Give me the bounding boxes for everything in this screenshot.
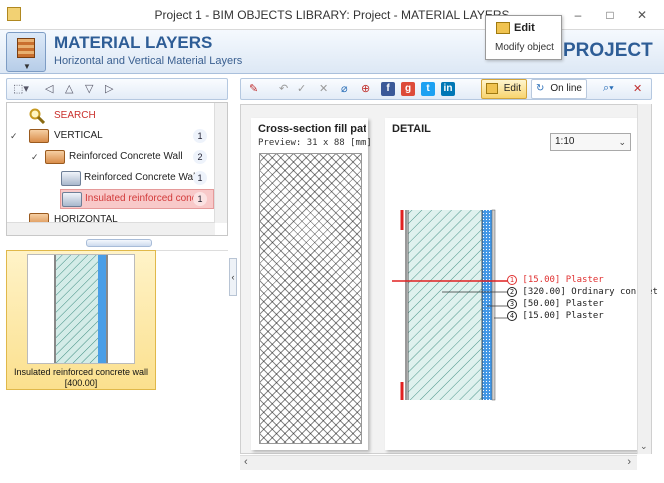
expand-icon[interactable]: ✓ bbox=[10, 126, 18, 146]
horizontal-scrollbar[interactable]: ‹ › bbox=[240, 455, 637, 470]
tree-item-label: Reinforced Concrete Wall bbox=[69, 151, 183, 162]
edit-icon bbox=[486, 83, 498, 94]
zoom-icon[interactable]: ⌕▾ bbox=[603, 82, 614, 95]
tree-item-reinforced-concrete-wall[interactable]: ✓ Reinforced Concrete Wall 2 bbox=[7, 147, 215, 167]
tooltip-title: Edit bbox=[514, 22, 535, 34]
cancel-icon[interactable]: ✕ bbox=[319, 82, 328, 95]
scale-select[interactable]: 1:10 ⌄ bbox=[550, 133, 631, 151]
attach-icon[interactable]: ⌀ bbox=[341, 82, 348, 95]
twitter-icon[interactable]: t bbox=[421, 82, 435, 96]
cross-section-title: Cross-section fill pat bbox=[258, 123, 366, 135]
tree-item-reinforced-concrete-wall-leaf[interactable]: Reinforced Concrete Wall 1 bbox=[7, 168, 215, 188]
count-badge: 1 bbox=[193, 192, 207, 206]
google-plus-icon[interactable]: g bbox=[401, 82, 415, 96]
fill-pattern-preview bbox=[259, 153, 362, 444]
confirm-icon[interactable]: ✓ bbox=[297, 82, 306, 95]
minimize-button[interactable]: – bbox=[567, 6, 589, 24]
count-badge: 1 bbox=[193, 171, 207, 185]
vertical-scrollbar[interactable]: ⌄ bbox=[637, 104, 651, 454]
edit-tooltip: Edit Modify object bbox=[485, 15, 562, 60]
thumbnail-size: [400.00] bbox=[64, 378, 98, 388]
folder-icon bbox=[29, 129, 49, 143]
layer-icon bbox=[62, 192, 82, 207]
concrete-hatch bbox=[408, 210, 482, 400]
edit-icon bbox=[496, 22, 510, 34]
page-subtitle: Horizontal and Vertical Material Layers bbox=[54, 55, 243, 67]
edit-button[interactable]: Edit bbox=[481, 79, 527, 99]
tooltip-description: Modify object bbox=[495, 42, 554, 53]
layer-icon bbox=[61, 171, 81, 186]
material-layers-icon bbox=[17, 38, 35, 58]
tree-item-label: Reinforced Concrete Wall bbox=[84, 172, 198, 183]
tree-item-vertical[interactable]: ✓ VERTICAL 1 bbox=[7, 126, 215, 146]
tree-item-insulated-reinforced-concrete-selected[interactable]: Insulated reinforced conc 1 bbox=[60, 189, 214, 209]
select-pointer-icon[interactable]: ⬚▾ bbox=[13, 82, 29, 95]
dropdown-arrow-icon: ▼ bbox=[23, 62, 31, 71]
chevron-down-icon: ⌄ bbox=[618, 137, 626, 147]
expand-icon[interactable]: ✓ bbox=[31, 147, 39, 167]
detail-title: DETAIL bbox=[392, 123, 431, 135]
scale-value: 1:10 bbox=[555, 136, 575, 147]
tree-horizontal-scrollbar[interactable] bbox=[7, 222, 215, 235]
project-label: PROJECT bbox=[563, 40, 653, 61]
search-icon bbox=[29, 108, 45, 124]
insulation-layer bbox=[482, 210, 492, 400]
scroll-down-icon[interactable]: ⌄ bbox=[640, 441, 648, 452]
page-title: MATERIAL LAYERS bbox=[54, 33, 213, 52]
facebook-icon[interactable]: f bbox=[381, 82, 395, 96]
layer-legend-item-1: 1 [15.00] Plaster bbox=[507, 275, 604, 285]
layer-legend: 1 [15.00] Plaster 2 [320.00] Ordinary co… bbox=[507, 275, 658, 335]
tree-item-label: VERTICAL bbox=[54, 130, 103, 141]
scroll-left-icon[interactable]: ‹ bbox=[244, 456, 248, 468]
online-button-label: On line bbox=[550, 83, 582, 94]
last-item-icon[interactable]: ▷ bbox=[105, 82, 113, 95]
web-icon[interactable]: ⊕ bbox=[361, 82, 370, 95]
thumbnail-caption: Insulated reinforced concrete wall [400.… bbox=[6, 367, 156, 389]
linkedin-icon[interactable]: in bbox=[441, 82, 455, 96]
maximize-button[interactable]: □ bbox=[599, 6, 621, 24]
edit-pen-icon[interactable]: ✎ bbox=[249, 82, 258, 95]
count-badge: 1 bbox=[193, 129, 207, 143]
count-badge: 2 bbox=[193, 150, 207, 164]
close-button[interactable]: ✕ bbox=[631, 6, 653, 24]
edit-button-label: Edit bbox=[503, 83, 521, 94]
layer-legend-item-3: 3 [50.00] Plaster bbox=[507, 299, 604, 309]
material-layers-menu-button[interactable]: ▼ bbox=[6, 32, 46, 72]
undo-icon[interactable]: ↶ bbox=[279, 82, 288, 95]
main-toolbar: ✎ ↶ ✓ ✕ ⌀ ⊕ f g t in ⌕▾ ✕ bbox=[240, 78, 652, 100]
tree-vertical-scrollbar[interactable] bbox=[214, 103, 227, 223]
cross-section-preview-label: Preview: 31 x 88 [mm] bbox=[258, 138, 372, 148]
online-button[interactable]: ↻ On line bbox=[531, 79, 587, 99]
search-label: SEARCH bbox=[54, 110, 96, 121]
plaster-layer bbox=[491, 209, 496, 401]
thumbnail-preview bbox=[27, 254, 135, 364]
collapse-panel-button[interactable]: ‹ bbox=[229, 258, 237, 296]
tree-item-label: Insulated reinforced conc bbox=[85, 193, 197, 204]
move-up-icon[interactable]: △ bbox=[65, 82, 73, 95]
close-object-icon[interactable]: ✕ bbox=[633, 82, 642, 95]
online-icon: ↻ bbox=[536, 83, 545, 94]
folder-icon bbox=[45, 150, 65, 164]
window-title: Project 1 - BIM OBJECTS LIBRARY: Project… bbox=[154, 8, 510, 22]
thumbnail-name: Insulated reinforced concrete wall bbox=[13, 367, 149, 377]
first-item-icon[interactable]: ◁ bbox=[45, 82, 53, 95]
layer-legend-item-4: 4 [15.00] Plaster bbox=[507, 311, 604, 321]
layer-legend-item-2: 2 [320.00] Ordinary concret bbox=[507, 287, 658, 297]
category-tree[interactable]: SEARCH ✓ VERTICAL 1 ✓ Reinforced Concret… bbox=[6, 102, 228, 236]
wall-section-thumbnail bbox=[54, 255, 108, 363]
panel-splitter[interactable] bbox=[86, 239, 152, 247]
scroll-right-icon[interactable]: › bbox=[627, 456, 631, 468]
move-down-icon[interactable]: ▽ bbox=[85, 82, 93, 95]
left-toolbar: ⬚▾ ◁ △ ▽ ▷ bbox=[6, 78, 228, 100]
